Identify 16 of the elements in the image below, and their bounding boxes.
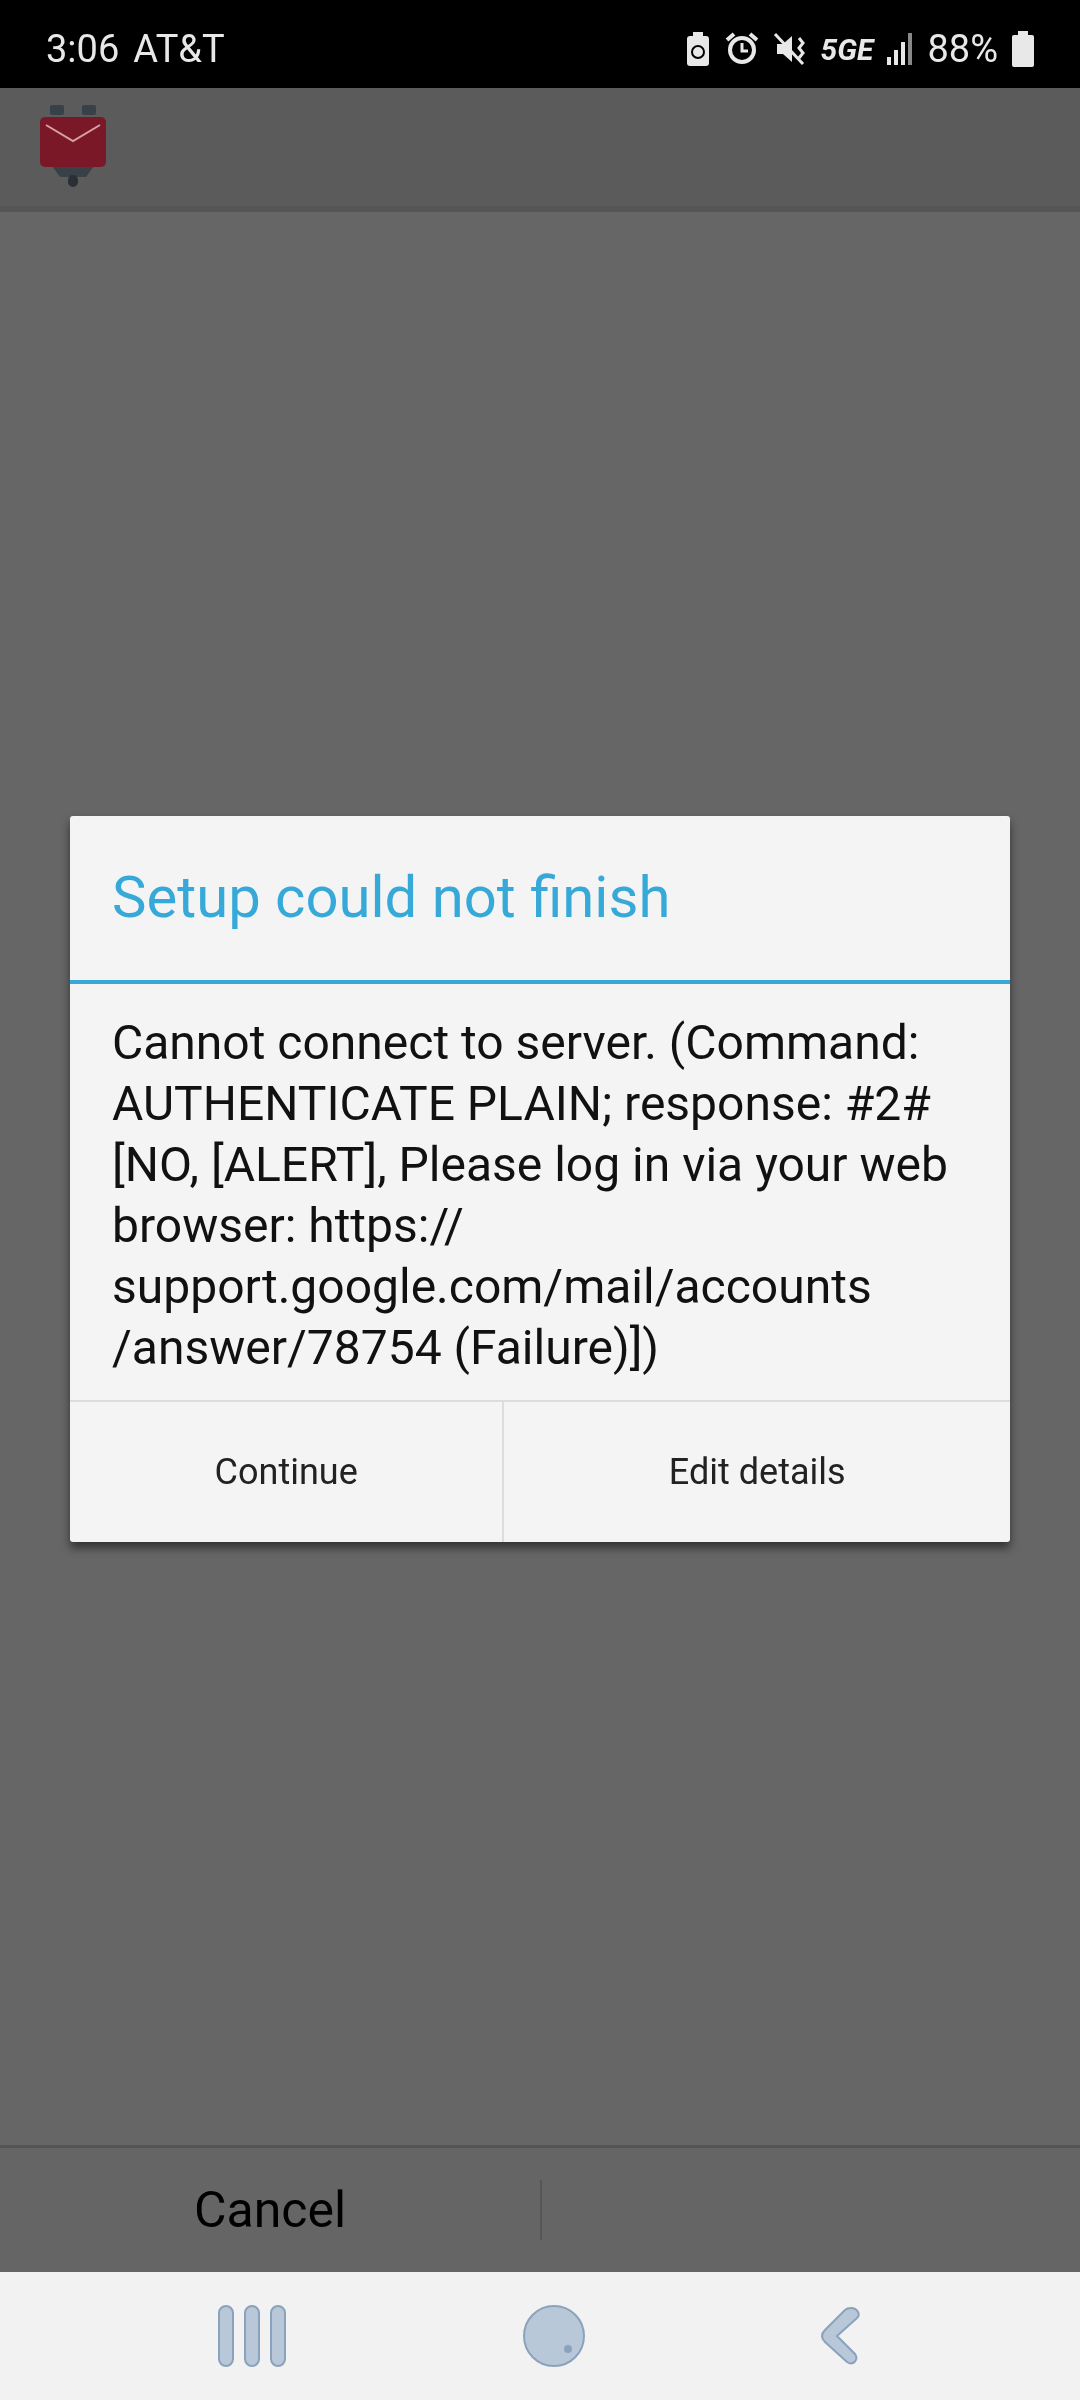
signal-icon [887,33,914,65]
dialog-button[interactable]: Edit details [502,1401,1010,1542]
dialog-button[interactable]: Continue [70,1401,503,1542]
carrier-name: AT&T [133,25,225,73]
battery-icon [1012,31,1034,67]
recent-apps-icon[interactable] [216,2304,289,2368]
status-time: 3:06 [46,25,120,73]
home-icon[interactable] [522,2304,586,2368]
alarm-icon [724,32,759,66]
network-type: 5GE [820,30,874,69]
mailbox-robot-icon [38,105,108,189]
vibrate-mute-icon [772,32,807,66]
error-message: Cannot connect to server. (Command: AUTHENTICATE PLAIN; response: #2# [NO, [ALERT], Please log in via your web browser: https:// support.google.com/mail/accounts /answer/78754 (Failure)]) [112,1012,949,1378]
battery-saver-icon [684,32,711,66]
dialog-title: Setup could not finish [112,862,671,933]
battery-percent: 88% [927,25,998,73]
